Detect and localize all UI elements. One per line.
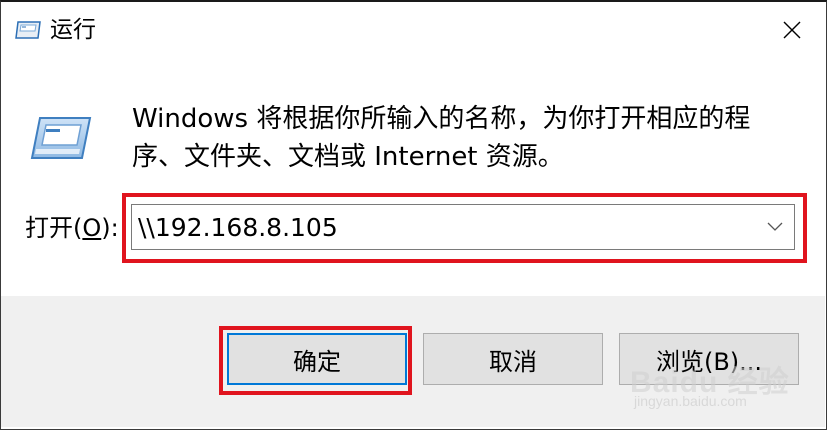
open-combobox[interactable] (131, 204, 795, 250)
button-bar: 确定 取消 浏览(B)... (1, 296, 825, 427)
run-icon (15, 20, 41, 40)
ok-button[interactable]: 确定 (227, 333, 407, 385)
run-dialog: 运行 Windows 将根据你所输入的名称，为你打开相应的程序、文件夹、文档或 … (0, 0, 827, 430)
window-title: 运行 (50, 17, 96, 43)
open-label-prefix: 打开( (25, 214, 83, 242)
open-label: 打开(O): (25, 212, 119, 244)
open-label-accelerator: O (82, 214, 102, 242)
open-input[interactable] (138, 207, 738, 247)
chevron-down-icon[interactable] (764, 216, 786, 238)
close-button[interactable] (757, 2, 827, 58)
browse-button[interactable]: 浏览(B)... (619, 333, 799, 385)
open-label-suffix: ): (101, 214, 119, 242)
dialog-description: Windows 将根据你所输入的名称，为你打开相应的程序、文件夹、文档或 Int… (132, 104, 751, 172)
close-icon (783, 21, 801, 39)
run-app-icon (30, 115, 92, 161)
cancel-button[interactable]: 取消 (423, 333, 603, 385)
title-bar: 运行 (0, 0, 827, 62)
